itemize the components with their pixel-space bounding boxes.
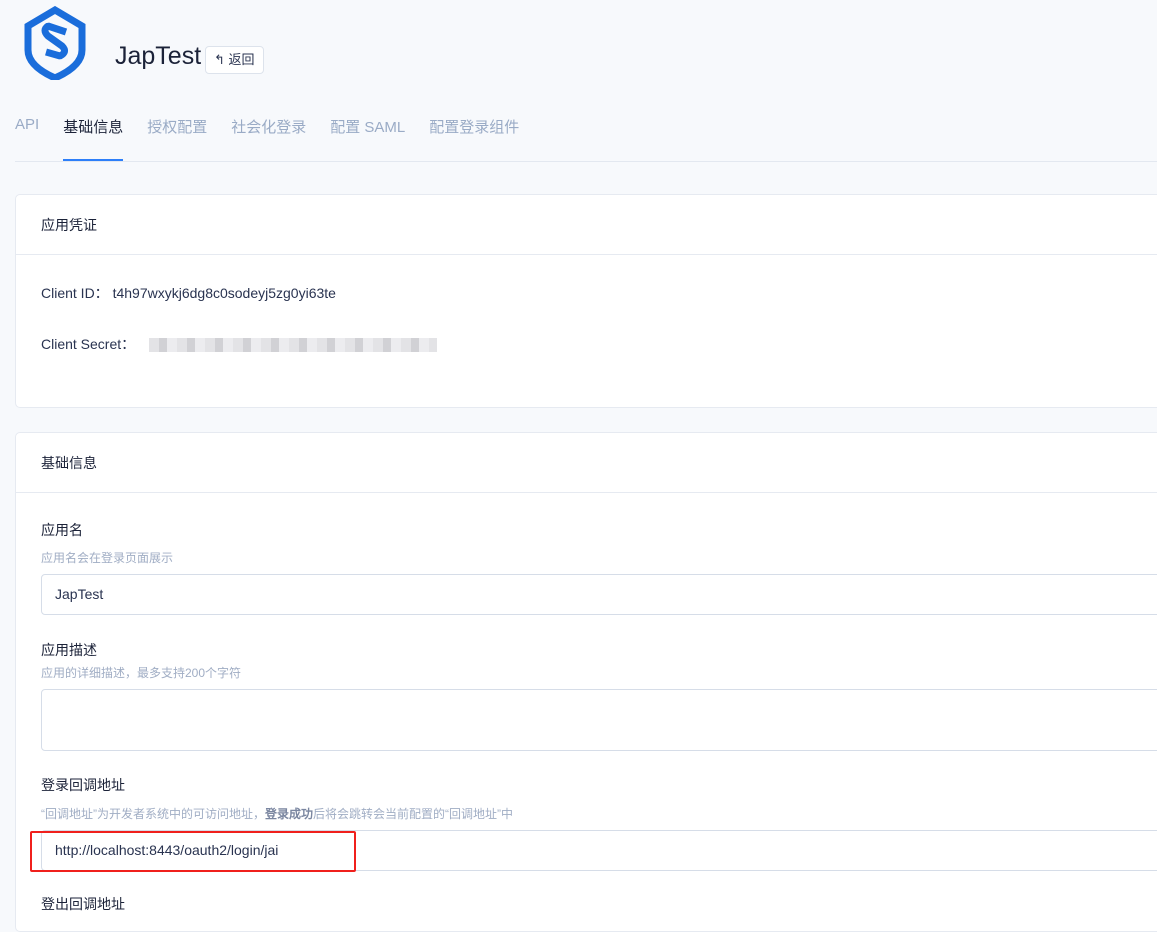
client-id-row: Client ID： t4h97wxykj6dg8c0sodeyj5zg0yi6…: [41, 283, 336, 303]
logout-callback-label: 登出回调地址: [41, 896, 125, 912]
basic-info-card: 基础信息 应用名 应用名会在登录页面展示 JapTest 应用描述 应用的详细描…: [15, 432, 1157, 932]
tab-auth-config[interactable]: 授权配置: [147, 100, 207, 162]
back-button[interactable]: ↰ 返回: [205, 46, 264, 74]
tab-saml[interactable]: 配置 SAML: [330, 100, 405, 162]
tab-social-login[interactable]: 社会化登录: [231, 100, 306, 162]
desc-hint: 应用的详细描述，最多支持200个字符: [41, 666, 242, 680]
callback-label: 登录回调地址: [41, 777, 125, 793]
client-id-label: Client ID：: [41, 285, 109, 301]
client-id-value: t4h97wxykj6dg8c0sodeyj5zg0yi63te: [112, 285, 336, 301]
callback-hint-bold: 登录成功: [265, 807, 314, 821]
tab-api[interactable]: API: [15, 100, 39, 162]
credentials-title: 应用凭证: [16, 195, 1157, 255]
desc-textarea[interactable]: [41, 689, 1157, 751]
client-secret-blurred: [149, 338, 438, 353]
app-title: JapTest: [115, 42, 202, 70]
highlight-box: [30, 831, 356, 872]
app-name-label: 应用名: [41, 522, 83, 538]
credentials-card: 应用凭证 Client ID： t4h97wxykj6dg8c0sodeyj5z…: [15, 194, 1157, 408]
basic-info-title: 基础信息: [16, 433, 1157, 493]
shield-logo-icon: [24, 6, 86, 80]
desc-label: 应用描述: [41, 642, 97, 658]
app-name-hint: 应用名会在登录页面展示: [41, 551, 174, 565]
tab-bar: API 基础信息 授权配置 社会化登录 配置 SAML 配置登录组件: [15, 100, 1157, 162]
callback-hint-text-2: 后将会跳转会当前配置的“回调地址”中: [313, 807, 514, 821]
tab-login-widget[interactable]: 配置登录组件: [429, 100, 519, 162]
client-secret-label: Client Secret：: [41, 336, 136, 352]
app-name-input[interactable]: JapTest: [41, 574, 1157, 615]
client-secret-row: Client Secret：: [41, 334, 438, 354]
callback-hint-text: “回调地址”为开发者系统中的可访问地址，: [41, 807, 265, 821]
callback-hint: “回调地址”为开发者系统中的可访问地址，登录成功后将会跳转会当前配置的“回调地址…: [41, 805, 513, 822]
tab-basic-info[interactable]: 基础信息: [63, 100, 124, 161]
